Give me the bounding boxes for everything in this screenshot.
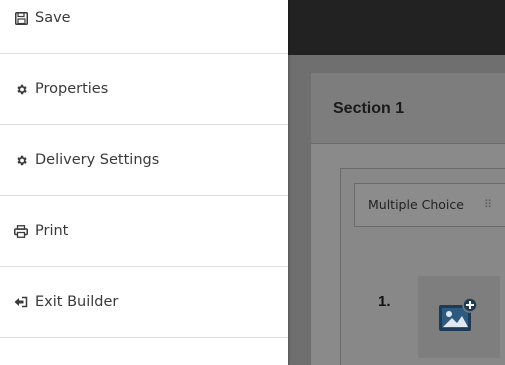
menu-item-save[interactable]: Save [0,0,288,54]
add-image-button[interactable] [418,276,500,358]
menu-item-label: Save [35,10,71,26]
menu-item-properties[interactable]: Properties [0,54,288,125]
menu-item-print[interactable]: Print [0,196,288,267]
drag-handle-icon[interactable]: ⠿ [484,198,492,211]
menu-item-exit-builder[interactable]: Exit Builder [0,267,288,338]
gear-icon [14,153,28,167]
question-type-label: Multiple Choice [368,197,464,212]
question-number: 1. [378,293,391,310]
menu-item-label: Exit Builder [35,294,119,310]
sign-out-icon [14,295,28,309]
gear-icon [14,82,28,96]
floppy-disk-icon [14,11,28,25]
builder-menu-drawer: Save Properties Delivery Settings Print … [0,0,288,365]
add-image-icon [439,297,478,331]
menu-item-label: Delivery Settings [35,152,160,168]
menu-item-label: Properties [35,81,109,97]
printer-icon [14,224,28,238]
menu-item-delivery-settings[interactable]: Delivery Settings [0,125,288,196]
section-title: Section 1 [333,100,405,117]
builder-screen: nt Section 1 Multiple Choice ⠿ 1. [0,0,505,365]
menu-item-label: Print [35,223,69,239]
